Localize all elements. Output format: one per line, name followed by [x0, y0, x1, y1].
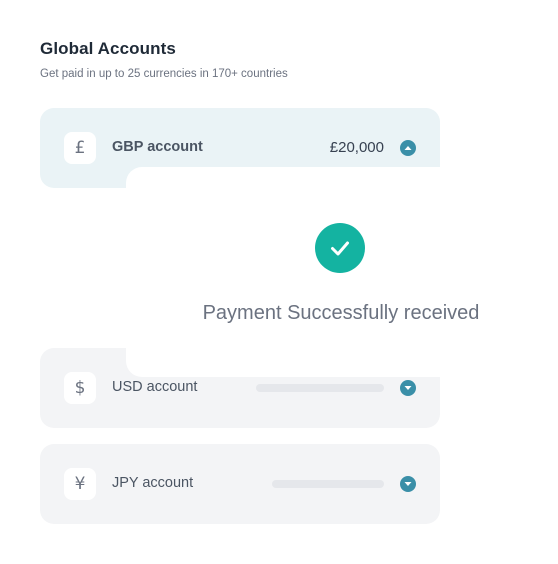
dollar-icon: $ — [64, 372, 96, 404]
balance-placeholder — [272, 480, 384, 488]
balance-placeholder — [256, 384, 384, 392]
chevron-down-icon[interactable] — [400, 476, 416, 492]
global-accounts-panel: Global Accounts Get paid in up to 25 cur… — [0, 0, 558, 564]
success-message: Payment Successfully received — [202, 302, 480, 324]
account-balance: £20,000 — [329, 139, 384, 156]
account-name: USD account — [112, 379, 198, 395]
yen-icon: ¥ — [64, 468, 96, 500]
account-name: JPY account — [112, 475, 194, 491]
pound-icon: £ — [64, 132, 96, 164]
account-name: GBP account — [112, 139, 203, 155]
account-card-jpy[interactable]: ¥ JPY account — [40, 444, 440, 524]
check-icon — [315, 223, 365, 273]
page-title: Global Accounts — [40, 39, 176, 58]
payment-success-popup: Payment Successfully received — [126, 167, 558, 377]
chevron-up-icon[interactable] — [400, 140, 416, 156]
page-subtitle: Get paid in up to 25 currencies in 170+ … — [40, 68, 288, 80]
chevron-down-icon[interactable] — [400, 380, 416, 396]
